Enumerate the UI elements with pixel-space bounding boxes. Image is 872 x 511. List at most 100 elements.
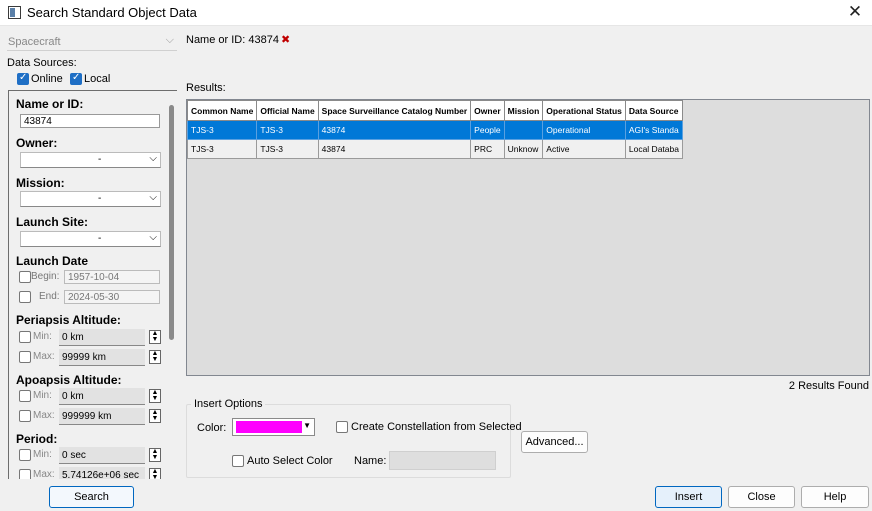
table-cell: TJS-3 [256, 139, 319, 159]
launch-site-label: Launch Site: [16, 215, 89, 229]
table-cell: 43874 [317, 120, 472, 140]
online-source-checkbox[interactable]: Online [15, 72, 63, 86]
launch-site-value: - [98, 233, 102, 244]
period-min-input[interactable]: 0 sec [59, 447, 145, 464]
local-label: Local [84, 73, 111, 86]
checkbox-icon [232, 455, 244, 468]
results-grid: Common Name Official Name Space Surveillan… [186, 99, 870, 376]
table-cell: Active [542, 139, 626, 159]
chevron-down-icon: ⌵ [165, 34, 174, 46]
column-header[interactable]: Mission [503, 100, 544, 121]
table-cell: TJS-3 [256, 120, 319, 140]
launch-site-dropdown[interactable]: - ⌵ [20, 231, 161, 247]
spinner-icon[interactable]: ▲ ▼ [149, 409, 161, 423]
checkbox-checked-icon [17, 72, 29, 86]
table-cell: PRC [470, 139, 505, 159]
period-max-input[interactable]: 5.74126e+06 sec [59, 467, 145, 479]
mission-dropdown[interactable]: - ⌵ [20, 191, 161, 207]
results-count: 2 Results Found [788, 380, 869, 392]
checkbox-checked-icon [70, 72, 82, 86]
column-header[interactable]: Official Name [256, 100, 319, 121]
chevron-down-icon: ⌵ [149, 232, 157, 243]
search-button[interactable]: Search [49, 486, 134, 508]
auto-select-color-checkbox[interactable]: Auto Select Color [232, 455, 333, 468]
name-or-id-label: Name or ID: [16, 97, 84, 111]
table-row[interactable]: TJS-3 TJS-3 43874 People Operational AGI's St… [187, 120, 683, 140]
name-or-id-input[interactable]: 43874 [20, 114, 160, 128]
chevron-down-icon: ⌵ [149, 192, 157, 203]
window-title: Search Standard Object Data [27, 5, 197, 20]
periapsis-max-input[interactable]: 99999 km [59, 349, 145, 366]
object-type-dropdown[interactable]: Spacecraft ⌵ [7, 33, 177, 51]
app-window-icon [8, 6, 21, 19]
table-cell: AGI's Standa [624, 120, 683, 140]
periapsis-label: Periapsis Altitude: [16, 313, 121, 327]
title-bar: Search Standard Object Data ✕ [0, 0, 872, 26]
max-label: Max: [33, 351, 55, 362]
criteria-scrollbar[interactable] [169, 105, 174, 340]
apoapsis-max-checkbox[interactable] [19, 410, 31, 422]
table-cell: TJS-3 [187, 120, 258, 140]
close-icon[interactable]: ✕ [845, 2, 865, 22]
periapsis-min-input[interactable]: 0 km [59, 329, 145, 346]
begin-checkbox[interactable] [19, 271, 31, 283]
column-header[interactable]: Data Source [624, 100, 683, 121]
begin-date-input[interactable]: 1957-10-04 [64, 270, 160, 284]
results-header-row: Common Name Official Name Space Surveillan… [187, 100, 683, 121]
owner-value: - [98, 154, 102, 165]
advanced-button[interactable]: Advanced... [521, 431, 588, 453]
create-constellation-label: Create Constellation from Selected [351, 421, 522, 434]
apoapsis-max-input[interactable]: 999999 km [59, 408, 145, 425]
column-header[interactable]: Owner [470, 100, 505, 121]
column-header[interactable]: Common Name [187, 100, 258, 121]
end-checkbox[interactable] [19, 291, 31, 303]
checkbox-icon [336, 421, 348, 434]
spinner-icon[interactable]: ▲ ▼ [149, 389, 161, 403]
column-header[interactable]: Operational Status [542, 100, 626, 121]
apoapsis-min-input[interactable]: 0 km [59, 388, 145, 405]
filter-chip-label: Name or ID: 43874 [186, 34, 279, 46]
color-label: Color: [197, 422, 227, 434]
table-cell: Unknow [503, 139, 544, 159]
begin-label: Begin: [31, 271, 60, 282]
help-button[interactable]: Help [801, 486, 869, 508]
apoapsis-min-checkbox[interactable] [19, 390, 31, 402]
constellation-name-input[interactable] [389, 451, 496, 470]
period-min-checkbox[interactable] [19, 449, 31, 461]
mission-label: Mission: [16, 176, 65, 190]
end-date-input[interactable]: 2024-05-30 [64, 290, 160, 304]
periapsis-max-checkbox[interactable] [19, 351, 31, 363]
spinner-icon[interactable]: ▲ ▼ [149, 330, 161, 344]
auto-select-color-label: Auto Select Color [247, 455, 333, 468]
create-constellation-checkbox[interactable]: Create Constellation from Selected [336, 421, 522, 434]
dropdown-arrow-icon: ▼ [303, 421, 311, 430]
column-header[interactable]: Space Surveillance Catalog Number [317, 100, 472, 121]
min-label: Min: [33, 390, 52, 401]
spinner-icon[interactable]: ▲ ▼ [149, 350, 161, 364]
table-cell: 43874 [317, 139, 472, 159]
insert-options-title: Insert Options [191, 398, 266, 410]
data-sources-label: Data Sources: [7, 57, 77, 69]
owner-dropdown[interactable]: - ⌵ [20, 152, 161, 168]
spinner-icon[interactable]: ▲ ▼ [149, 468, 161, 479]
insert-button[interactable]: Insert [655, 486, 722, 508]
min-label: Min: [33, 449, 52, 460]
max-label: Max: [33, 469, 55, 479]
color-picker[interactable]: ▼ [232, 418, 315, 436]
remove-filter-icon[interactable]: ✖ [281, 34, 290, 46]
table-row[interactable]: TJS-3 TJS-3 43874 PRC Unknow Active Local Data… [187, 139, 683, 159]
period-max-checkbox[interactable] [19, 469, 31, 479]
object-type-value: Spacecraft [8, 36, 61, 48]
apoapsis-label: Apoapsis Altitude: [16, 373, 122, 387]
spinner-icon[interactable]: ▲ ▼ [149, 448, 161, 462]
table-cell: People [470, 120, 505, 140]
search-criteria-panel: Name or ID: 43874 Owner: - ⌵ Mission: - … [8, 90, 177, 479]
table-cell [503, 120, 544, 140]
online-label: Online [31, 73, 63, 86]
color-swatch [236, 421, 302, 433]
name-label: Name: [354, 455, 387, 467]
local-source-checkbox[interactable]: Local [68, 72, 111, 86]
end-label: End: [39, 291, 60, 302]
periapsis-min-checkbox[interactable] [19, 331, 31, 343]
close-button[interactable]: Close [728, 486, 795, 508]
